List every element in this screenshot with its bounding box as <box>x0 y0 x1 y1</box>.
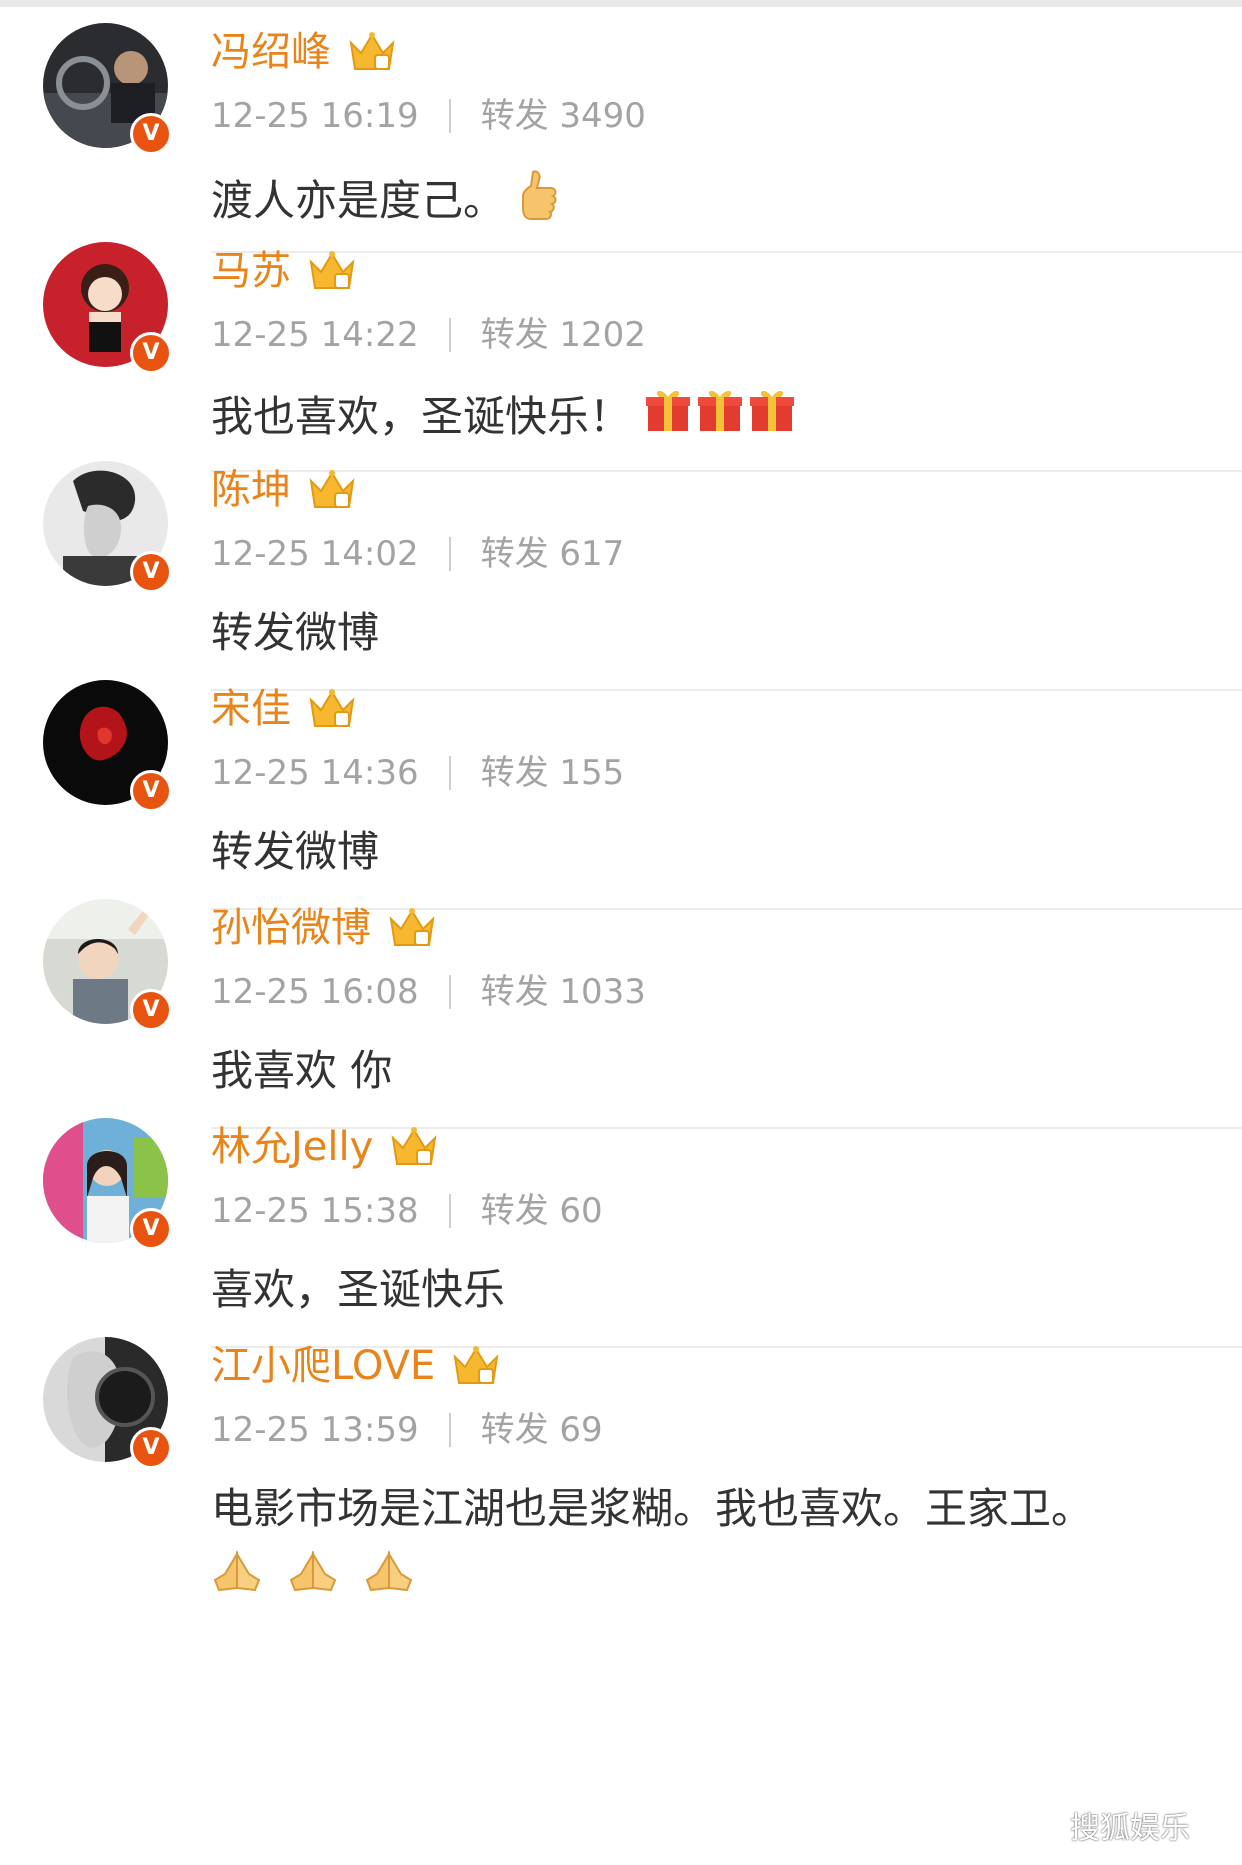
post-meta: 12-25 16:19 转发 3490 <box>211 94 646 138</box>
user-name[interactable]: 马苏 <box>211 247 357 295</box>
user-name[interactable]: 冯绍峰 <box>211 28 397 76</box>
repost-count[interactable]: 转发 617 <box>481 532 625 576</box>
post-text: 电影市场是江湖也是浆糊。我也喜欢。王家卫。 <box>211 1484 1094 1533</box>
repost-feed: V 冯绍峰 12-25 16:19 转发 3490 渡人亦是度己。 V 马苏 1… <box>0 0 1242 1865</box>
crown-icon <box>309 470 355 508</box>
meta-divider <box>448 975 451 1009</box>
praying-hands-icon <box>287 1550 339 1607</box>
post-meta: 12-25 15:38 转发 60 <box>211 1189 603 1233</box>
repost-count[interactable]: 转发 1202 <box>481 313 646 357</box>
repost-count[interactable]: 转发 1033 <box>481 970 646 1014</box>
meta-divider <box>448 1413 451 1447</box>
post-time: 12-25 16:08 <box>211 972 419 1012</box>
repost-count[interactable]: 转发 60 <box>481 1189 603 1233</box>
user-name[interactable]: 宋佳 <box>211 685 357 733</box>
post-meta: 12-25 14:22 转发 1202 <box>211 313 646 357</box>
post-text: 喜欢，圣诞快乐 <box>211 1265 506 1314</box>
post-meta: 12-25 13:59 转发 69 <box>211 1408 603 1452</box>
crown-icon <box>309 251 355 289</box>
watermark: 搜狐娱乐 <box>1018 1805 1190 1846</box>
praying-hands-icon <box>363 1550 415 1607</box>
post-meta: 12-25 14:02 转发 617 <box>211 532 624 576</box>
verified-badge: V <box>130 1208 172 1250</box>
meta-divider <box>448 318 451 352</box>
post-time: 12-25 14:36 <box>211 753 419 793</box>
verified-badge: V <box>130 113 172 155</box>
user-name[interactable]: 江小爬LOVE <box>211 1342 501 1390</box>
crown-icon <box>391 1127 437 1165</box>
wechat-icon <box>1018 1808 1062 1841</box>
verified-badge: V <box>130 770 172 812</box>
repost-count[interactable]: 转发 69 <box>481 1408 603 1452</box>
user-name[interactable]: 陈坤 <box>211 466 357 514</box>
meta-divider <box>448 756 451 790</box>
post-text: 转发微博 <box>211 608 380 657</box>
meta-divider <box>448 1194 451 1228</box>
verified-badge: V <box>130 551 172 593</box>
watermark-text: 搜狐娱乐 <box>1070 1811 1190 1846</box>
post-meta: 12-25 14:36 转发 155 <box>211 751 624 795</box>
verified-badge: V <box>130 1427 172 1469</box>
post-time: 12-25 14:02 <box>211 534 419 574</box>
post-emoji-line <box>211 1550 415 1607</box>
praying-hands-icon <box>211 1550 263 1607</box>
repost-count[interactable]: 转发 155 <box>481 751 625 795</box>
crown-icon <box>453 1346 499 1384</box>
repost-item[interactable]: V 江小爬LOVE 12-25 13:59 转发 69 电影市场是江湖也是浆糊。… <box>0 1314 1242 1865</box>
post-time: 12-25 15:38 <box>211 1191 419 1231</box>
meta-divider <box>448 99 451 133</box>
post-text: 转发微博 <box>211 827 380 876</box>
meta-divider <box>448 537 451 571</box>
post-text: 我喜欢 你 <box>211 1046 393 1095</box>
verified-badge: V <box>130 332 172 374</box>
crown-icon <box>389 908 435 946</box>
user-name[interactable]: 林允Jelly <box>211 1123 439 1171</box>
post-time: 12-25 16:19 <box>211 96 419 136</box>
post-time: 12-25 13:59 <box>211 1410 419 1450</box>
crown-icon <box>349 32 395 70</box>
verified-badge: V <box>130 989 172 1031</box>
post-meta: 12-25 16:08 转发 1033 <box>211 970 646 1014</box>
post-time: 12-25 14:22 <box>211 315 419 355</box>
user-name[interactable]: 孙怡微博 <box>211 904 437 952</box>
crown-icon <box>309 689 355 727</box>
repost-count[interactable]: 转发 3490 <box>481 94 646 138</box>
